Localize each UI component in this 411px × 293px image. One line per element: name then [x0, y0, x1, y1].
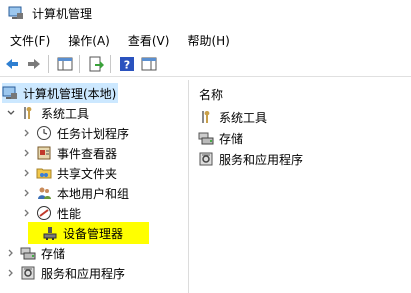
- list-item-label: 服务和应用程序: [219, 152, 304, 167]
- export-list-icon: [89, 56, 104, 72]
- tree-item-device-manager[interactable]: 设备管理器: [28, 222, 149, 244]
- storage-icon: [20, 245, 36, 261]
- arrow-left-icon: [6, 59, 18, 69]
- tree-item-shared-folders[interactable]: 共享文件夹: [22, 163, 117, 183]
- menu-file[interactable]: 文件(F): [8, 31, 52, 50]
- chevron-right-icon[interactable]: [6, 248, 16, 258]
- storage-icon: [198, 130, 214, 146]
- menu-bar: 文件(F) 操作(A) 查看(V) 帮助(H): [0, 30, 238, 50]
- services-icon: [20, 265, 36, 281]
- menu-view[interactable]: 查看(V): [126, 31, 172, 50]
- toolbar: ?: [0, 52, 411, 77]
- console-tree-icon: [57, 57, 73, 71]
- users-icon: [36, 185, 52, 201]
- list-item[interactable]: 服务和应用程序: [198, 149, 303, 169]
- chevron-right-icon[interactable]: [6, 268, 16, 278]
- computer-management-icon: [8, 5, 24, 21]
- arrow-right-icon: [28, 59, 40, 69]
- console-tree: 计算机管理(本地) 系统工具 任务计划程序 事件查看器 共享文件夹 本地用户和组…: [0, 80, 189, 293]
- tree-item-label: 性能: [57, 206, 82, 221]
- tree-item-label: 服务和应用程序: [41, 266, 126, 281]
- shared-folder-icon: [36, 165, 52, 181]
- tree-item-label: 本地用户和组: [57, 186, 130, 201]
- services-icon: [198, 151, 214, 167]
- tree-item-label: 存储: [41, 246, 66, 261]
- results-pane: 名称 系统工具 存储 服务和应用程序: [194, 80, 411, 293]
- list-item-label: 系统工具: [219, 110, 268, 125]
- tree-item-label: 系统工具: [41, 106, 90, 121]
- list-item-label: 存储: [219, 131, 244, 146]
- tree-item-services-apps[interactable]: 服务和应用程序: [6, 263, 125, 283]
- event-viewer-icon: [36, 145, 52, 161]
- export-list-button[interactable]: [86, 54, 106, 74]
- tree-item-performance[interactable]: 性能: [22, 203, 81, 223]
- device-manager-icon: [42, 225, 58, 241]
- show-action-pane-button[interactable]: [139, 54, 159, 74]
- chevron-down-icon[interactable]: [6, 108, 16, 118]
- tree-item-local-users[interactable]: 本地用户和组: [22, 183, 129, 203]
- toolbar-separator: [79, 55, 80, 73]
- back-button[interactable]: [2, 54, 22, 74]
- computer-management-icon: [2, 85, 18, 101]
- chevron-right-icon[interactable]: [22, 208, 32, 218]
- title-bar: 计算机管理: [0, 0, 411, 26]
- performance-icon: [36, 205, 52, 221]
- tree-item-label: 共享文件夹: [57, 166, 118, 181]
- tree-item-event-viewer[interactable]: 事件查看器: [22, 143, 117, 163]
- tree-item-task-scheduler[interactable]: 任务计划程序: [22, 123, 129, 143]
- help-icon: ?: [120, 57, 134, 72]
- tools-icon: [198, 109, 214, 125]
- toolbar-separator: [110, 55, 111, 73]
- clock-icon: [36, 125, 52, 141]
- forward-button[interactable]: [24, 54, 44, 74]
- tree-item-storage[interactable]: 存储: [6, 243, 65, 263]
- column-header-name[interactable]: 名称: [199, 86, 223, 103]
- tree-item-label: 设备管理器: [63, 226, 124, 241]
- chevron-right-icon[interactable]: [22, 128, 32, 138]
- svg-text:?: ?: [124, 59, 130, 72]
- chevron-right-icon[interactable]: [22, 188, 32, 198]
- toolbar-separator: [48, 55, 49, 73]
- tree-item-root[interactable]: 计算机管理(本地): [2, 83, 119, 103]
- tree-item-label: 事件查看器: [57, 146, 118, 161]
- menu-action[interactable]: 操作(A): [66, 31, 112, 50]
- chevron-right-icon[interactable]: [22, 148, 32, 158]
- list-item[interactable]: 存储: [198, 128, 243, 148]
- menu-help[interactable]: 帮助(H): [185, 31, 231, 50]
- help-button[interactable]: ?: [117, 54, 137, 74]
- window-title: 计算机管理: [32, 6, 93, 21]
- action-pane-icon: [141, 57, 157, 71]
- tree-item-system-tools[interactable]: 系统工具: [6, 103, 89, 123]
- list-item[interactable]: 系统工具: [198, 107, 267, 127]
- show-hide-tree-button[interactable]: [55, 54, 75, 74]
- tools-icon: [20, 105, 36, 121]
- tree-item-label: 任务计划程序: [57, 126, 130, 141]
- chevron-right-icon[interactable]: [22, 168, 32, 178]
- tree-item-label: 计算机管理(本地): [23, 86, 117, 101]
